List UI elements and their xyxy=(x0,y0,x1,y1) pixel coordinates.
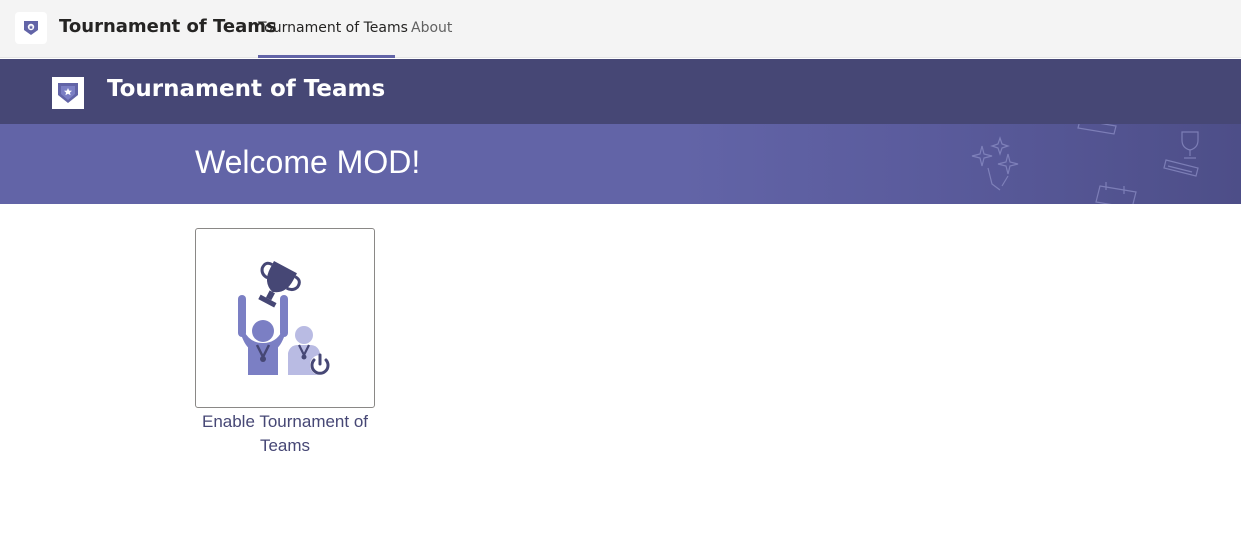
enable-tournament-tile[interactable] xyxy=(195,228,375,408)
calendar-icon xyxy=(1077,124,1137,204)
trophy-icon xyxy=(1163,131,1199,177)
tournament-shield-icon xyxy=(52,77,84,109)
app-top-bar: Tournament of Teams Tournament of Teams … xyxy=(0,0,1241,58)
enable-tournament-label[interactable]: Enable Tournament of Teams xyxy=(190,410,380,458)
header-title: Tournament of Teams xyxy=(107,76,386,102)
tournament-shield-icon xyxy=(15,12,47,44)
app-header: Tournament of Teams xyxy=(0,59,1241,124)
fireworks-icon xyxy=(971,136,1019,191)
trophy-winner-power-icon xyxy=(238,261,330,375)
banner-decoration xyxy=(971,124,1199,204)
welcome-message: Welcome MOD! xyxy=(195,144,421,180)
tab-tournament-of-teams[interactable]: Tournament of Teams xyxy=(258,20,408,36)
welcome-banner: Welcome MOD! xyxy=(0,124,1241,204)
active-tab-indicator xyxy=(258,55,395,58)
tab-about[interactable]: About xyxy=(411,20,452,36)
app-title: Tournament of Teams xyxy=(59,16,277,37)
